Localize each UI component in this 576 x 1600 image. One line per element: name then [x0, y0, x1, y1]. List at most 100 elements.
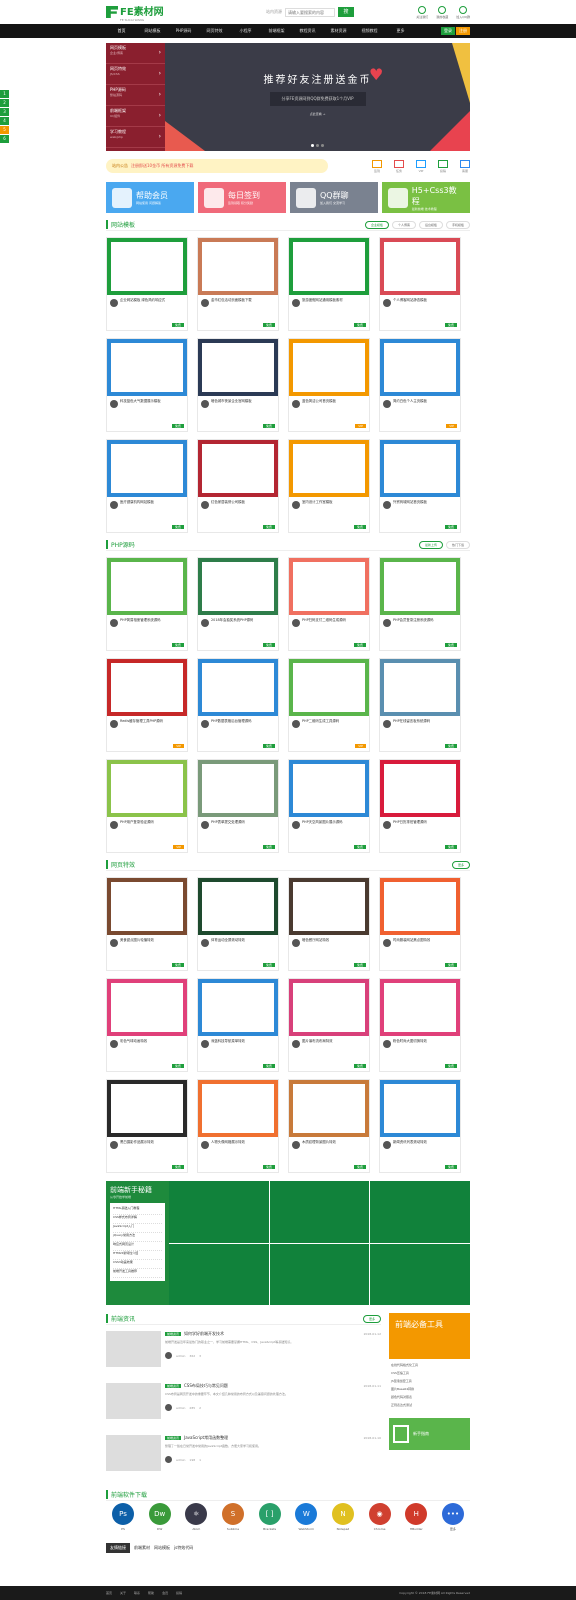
article-title[interactable]: 如何学好前端开发技术: [184, 1331, 224, 1337]
card-title[interactable]: 金币红包活动页面模板下载: [211, 298, 252, 307]
resource-card[interactable]: 木质纹理背景图片特效 免费: [288, 1079, 370, 1173]
card-thumbnail[interactable]: [198, 878, 278, 935]
footer-link[interactable]: 会员: [162, 1591, 168, 1595]
card-title[interactable]: 彩色气球动画特效: [120, 1039, 147, 1048]
resource-card[interactable]: 体育运动全屏滚动特效 免费: [197, 877, 279, 971]
card-thumbnail[interactable]: [289, 878, 369, 935]
resource-card[interactable]: 旅游度假网站通用模板素材 免费: [288, 237, 370, 331]
card-thumbnail[interactable]: [380, 878, 460, 935]
quick-link[interactable]: 签到: [372, 159, 382, 173]
card-thumbnail[interactable]: [289, 558, 369, 615]
category-item[interactable]: PHP源码 整站源码: [106, 85, 165, 106]
category-item[interactable]: 前端框架 UI/组件: [106, 106, 165, 127]
card-title[interactable]: PHP扫码支付二维码生成源码: [302, 618, 346, 627]
card-title[interactable]: 时尚服装网站焦点图特效: [393, 938, 430, 947]
guide-item[interactable]: jQuery常用方法: [113, 1233, 162, 1242]
nav-item-videos[interactable]: 视频教程: [354, 28, 385, 34]
resource-card[interactable]: 企业网站模板 绿色简约响应式 免费: [106, 237, 188, 331]
guide-item[interactable]: HTML5新特性介绍: [113, 1251, 162, 1260]
card-title[interactable]: 粉色时尚大图切换特效: [393, 1039, 427, 1048]
resource-card[interactable]: PHP日历排班管理源码 免费: [379, 759, 461, 853]
resource-card[interactable]: PHP表单提交处理源码 免费: [197, 759, 279, 853]
register-button[interactable]: 注册: [456, 27, 470, 35]
tool-link[interactable]: CSS压缩工具: [391, 1371, 468, 1379]
resource-card[interactable]: 蓝色简洁公司首页模板 VIP: [288, 338, 370, 432]
card-thumbnail[interactable]: [289, 440, 369, 497]
nav-item-more[interactable]: 更多: [385, 28, 416, 34]
card-thumbnail[interactable]: [380, 760, 460, 817]
carousel-dot[interactable]: [316, 144, 319, 147]
article-item[interactable]: 前端资讯 JavaScript常用函数整理 2018-01-10 整理了一些在日常开发…: [106, 1435, 381, 1481]
resource-card[interactable]: PHP数据表格后台管理源码 免费: [197, 658, 279, 752]
resource-card[interactable]: PHP扫码支付二维码生成源码 免费: [288, 557, 370, 651]
nav-item-home[interactable]: 首页: [106, 28, 137, 34]
resource-card[interactable]: 暗色城市夜景企业官网模板 免费: [197, 338, 279, 432]
card-thumbnail[interactable]: [289, 238, 369, 295]
card-thumbnail[interactable]: [107, 1080, 187, 1137]
section-tab[interactable]: 更多: [451, 860, 470, 869]
resource-card[interactable]: PHP用户登录验证源码 VIP: [106, 759, 188, 853]
card-thumbnail[interactable]: [107, 238, 187, 295]
software-item[interactable]: Dw DW: [148, 1503, 171, 1531]
section-tab[interactable]: 手机模板: [445, 220, 470, 229]
tool-link[interactable]: 颜色代码对照表: [391, 1395, 468, 1403]
tool-link[interactable]: 在线代码格式化工具: [391, 1363, 468, 1371]
card-thumbnail[interactable]: [107, 558, 187, 615]
nav-item-effects[interactable]: 网页特效: [199, 28, 230, 34]
carousel-dot[interactable]: [311, 144, 314, 147]
footer-link[interactable]: 投稿: [176, 1591, 182, 1595]
resource-card[interactable]: 红色家居装修公司模板 免费: [197, 439, 279, 533]
card-thumbnail[interactable]: [198, 1080, 278, 1137]
card-title[interactable]: 企业网站模板 绿色简约响应式: [120, 298, 165, 307]
card-title[interactable]: 美食甜点图片轮播特效: [120, 938, 154, 947]
logo[interactable]: FE素材网 FE SUCAI WANG: [106, 3, 164, 22]
category-item[interactable]: 网页模板 企业/博客: [106, 43, 165, 64]
nav-item-miniapp[interactable]: 小程序: [230, 28, 261, 34]
search-input[interactable]: [284, 7, 335, 17]
card-title[interactable]: 科技蓝色大气数据展示模板: [120, 399, 161, 408]
nav-item-materials[interactable]: 素材资源: [323, 28, 354, 34]
nav-item-templates[interactable]: 网站模板: [137, 28, 168, 34]
category-item[interactable]: 网页特效 JS/CSS: [106, 64, 165, 85]
promo-card[interactable]: 帮助会员 网站使用 问题解答: [106, 182, 194, 213]
guide-item[interactable]: CSS样式布局详解: [113, 1215, 162, 1224]
banner-link[interactable]: 点此查看 →: [310, 112, 325, 116]
card-title[interactable]: Redis缓存管理工具PHP源码: [120, 719, 163, 728]
resource-card[interactable]: 金币红包活动页面模板下载 免费: [197, 237, 279, 331]
section-tab[interactable]: 个人博客: [391, 220, 416, 229]
resource-card[interactable]: 粉色时尚大图切换特效 免费: [379, 978, 461, 1072]
resource-card[interactable]: 暗色餐厅网站特效 免费: [288, 877, 370, 971]
footer-link[interactable]: 首页: [106, 1591, 112, 1595]
card-thumbnail[interactable]: [198, 659, 278, 716]
article-thumbnail[interactable]: [106, 1435, 161, 1471]
software-item[interactable]: ◉ Chrome: [368, 1503, 391, 1531]
tool-link[interactable]: 图片Base64转换: [391, 1387, 468, 1395]
resource-card[interactable]: PHP会员登录注册系统源码 免费: [379, 557, 461, 651]
card-thumbnail[interactable]: [380, 558, 460, 615]
guide-item[interactable]: JavaScript入门: [113, 1224, 162, 1233]
card-thumbnail[interactable]: [198, 238, 278, 295]
floor-nav-item[interactable]: 4: [0, 117, 9, 125]
resource-card[interactable]: 医疗健康机构网站模板 免费: [106, 439, 188, 533]
card-title[interactable]: PHP会员登录注册系统源码: [393, 618, 434, 627]
card-title[interactable]: PHP日历排班管理源码: [393, 820, 427, 829]
resource-card[interactable]: 人物头像网格展示特效 免费: [197, 1079, 279, 1173]
card-title[interactable]: PHP数据表格后台管理源码: [211, 719, 252, 728]
card-title[interactable]: 深蓝科技导航菜单特效: [211, 1039, 245, 1048]
card-thumbnail[interactable]: [289, 339, 369, 396]
resource-card[interactable]: 室内设计工作室模板 免费: [288, 439, 370, 533]
resource-card[interactable]: 黑白摄影作品展示特效 免费: [106, 1079, 188, 1173]
card-title[interactable]: 旅游度假网站通用模板素材: [302, 298, 343, 307]
card-thumbnail[interactable]: [198, 440, 278, 497]
article-thumbnail[interactable]: [106, 1383, 161, 1419]
card-title[interactable]: 医疗健康机构网站模板: [120, 500, 154, 509]
floor-nav-item[interactable]: 6: [0, 135, 9, 143]
floor-nav-item[interactable]: 2: [0, 99, 9, 107]
resource-card[interactable]: 简约白色个人主页模板 VIP: [379, 338, 461, 432]
section-tab[interactable]: 最新上传: [418, 540, 443, 549]
card-title[interactable]: 红色家居装修公司模板: [211, 500, 245, 509]
friend-link[interactable]: js特效代码: [174, 1545, 193, 1551]
resource-card[interactable]: Redis缓存管理工具PHP源码 VIP: [106, 658, 188, 752]
tool-link[interactable]: 正则表达式测试: [391, 1403, 468, 1411]
card-thumbnail[interactable]: [198, 558, 278, 615]
